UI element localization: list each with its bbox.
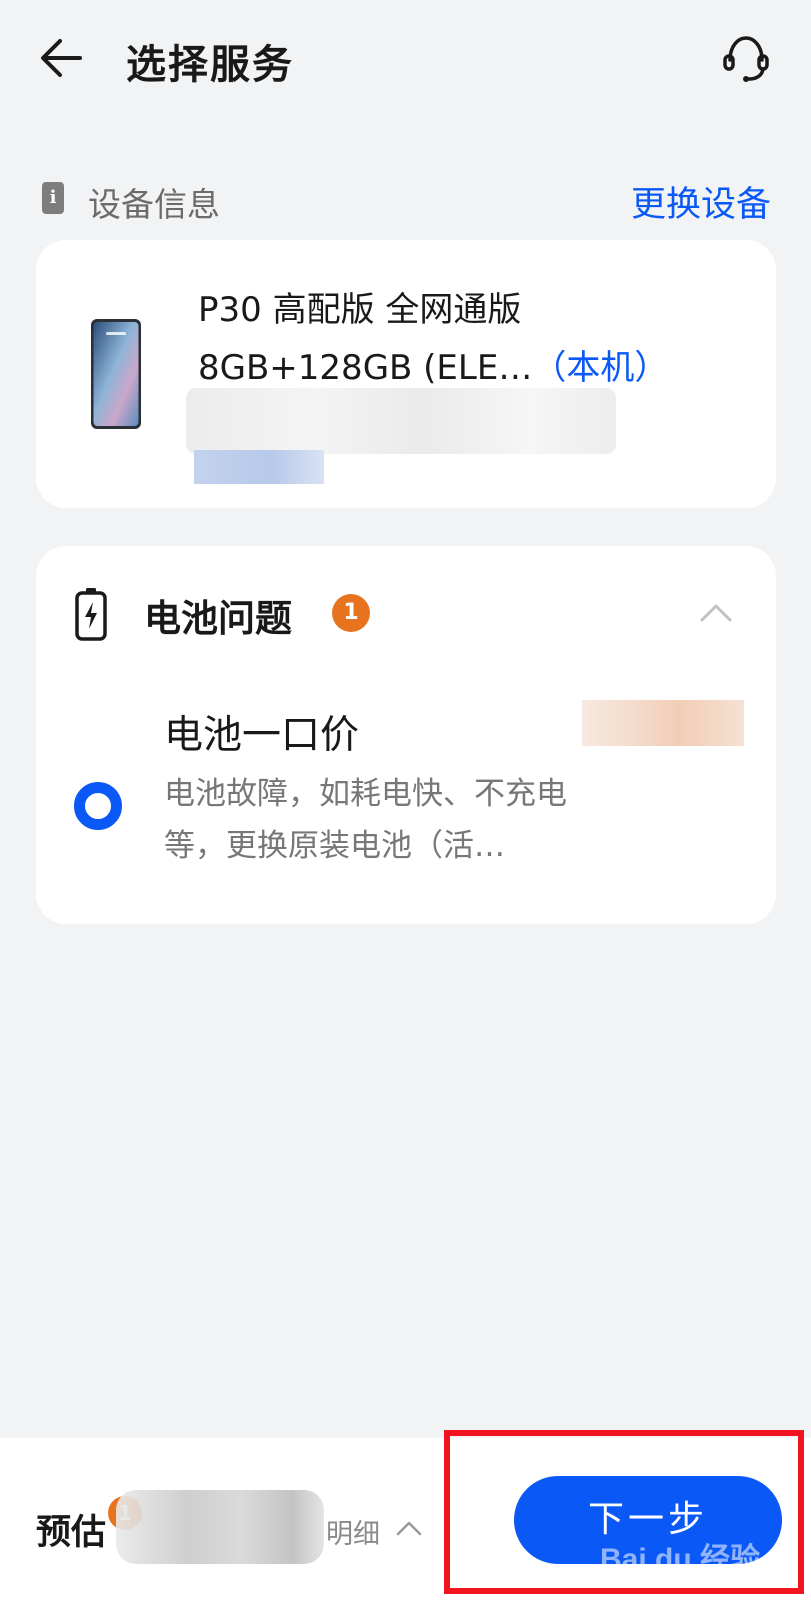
device-spec-text: 8GB+128GB (ELE… (198, 348, 533, 388)
collapse-button[interactable] (696, 596, 736, 630)
service-radio-selected[interactable] (74, 782, 122, 830)
service-name: 电池一口价 (164, 713, 360, 758)
device-spec: 8GB+128GB (ELE…（本机） (198, 340, 668, 389)
change-device-link[interactable]: 更换设备 (631, 176, 771, 227)
battery-service-option[interactable]: 电池一口价 电池故障，如耗电快、不充电等，更换原装电池（活… (36, 686, 776, 906)
battery-issue-title: 电池问题 (144, 597, 292, 640)
device-model: P30 高配版 全网通版 (198, 290, 522, 330)
customer-service-button[interactable] (718, 30, 774, 86)
customer-service-icon (723, 36, 769, 82)
device-info-label: 设备信息 (88, 185, 220, 224)
arrow-left-icon (41, 39, 82, 77)
details-toggle[interactable] (394, 1516, 424, 1540)
blurred-service-price (582, 700, 744, 746)
blurred-device-serial (194, 450, 324, 484)
details-link[interactable]: 明细 (326, 1512, 380, 1551)
highlight-annotation (444, 1430, 804, 1594)
device-card[interactable]: P30 高配版 全网通版 8GB+128GB (ELE…（本机） (36, 240, 776, 508)
blurred-device-id (186, 388, 616, 454)
service-description: 电池故障，如耗电快、不充电等，更换原装电池（活… (164, 776, 567, 864)
chevron-up-icon (396, 1521, 422, 1536)
estimate-label: 预估 (36, 1513, 107, 1553)
chevron-up-icon (700, 604, 732, 622)
app-header: 选择服务 (0, 0, 811, 120)
info-icon: i (42, 182, 64, 214)
phone-image (91, 319, 141, 429)
device-info-header: i 设备信息 更换设备 (0, 170, 811, 230)
issue-count-badge: 1 (332, 594, 370, 632)
blurred-estimate-price (116, 1490, 324, 1564)
battery-charging-icon (75, 588, 107, 641)
back-button[interactable] (36, 30, 92, 86)
battery-issue-card: 电池问题 1 电池一口价 电池故障，如耗电快、不充电等，更换原装电池（活… (36, 546, 776, 924)
this-phone-tag: （本机） (532, 348, 669, 388)
page-title: 选择服务 (126, 42, 294, 88)
